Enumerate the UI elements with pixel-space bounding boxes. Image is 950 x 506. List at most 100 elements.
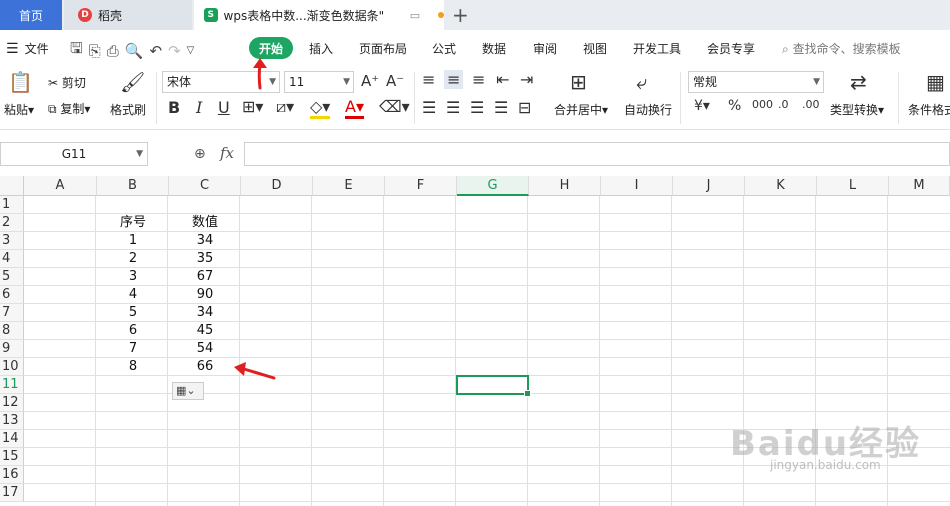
border-icon[interactable]: ⊞▾ xyxy=(242,97,263,116)
cell-style-icon[interactable]: ⧄▾ xyxy=(276,97,294,117)
select-all-corner[interactable] xyxy=(0,176,24,196)
redo-icon[interactable]: ↷ xyxy=(168,42,181,60)
paste-icon[interactable]: 📋 xyxy=(8,70,33,94)
row-header-7[interactable]: 7 xyxy=(0,304,24,322)
cell-b9[interactable]: 7 xyxy=(97,340,169,358)
monitor-icon[interactable]: ▭ xyxy=(410,9,420,22)
command-search[interactable]: ⌕ 查找命令、搜索模板 xyxy=(782,40,901,57)
justify-icon[interactable]: ☰ xyxy=(494,98,508,117)
italic-icon[interactable]: I xyxy=(196,98,202,117)
fill-color-icon[interactable]: ◇▾ xyxy=(310,97,331,119)
undo-icon[interactable]: ↶ xyxy=(150,42,163,60)
row-header-11[interactable]: 11 xyxy=(0,376,24,394)
paste-button[interactable]: 粘贴▾ xyxy=(4,101,34,118)
cell-c8[interactable]: 45 xyxy=(169,322,241,340)
quick-analysis-button[interactable]: ▦⌄ xyxy=(172,382,204,400)
column-header-m[interactable]: M xyxy=(889,176,950,196)
cell-b6[interactable]: 4 xyxy=(97,286,169,304)
dropdown-chevron-icon[interactable]: ▽ xyxy=(187,45,195,56)
cell-c5[interactable]: 67 xyxy=(169,268,241,286)
increase-decimal-icon[interactable]: .0 xyxy=(778,98,789,111)
new-tab-button[interactable]: + xyxy=(452,3,469,27)
distribute-icon[interactable]: ⊟ xyxy=(518,98,531,117)
merge-center-icon[interactable]: ⊞ xyxy=(570,70,587,94)
row-header-9[interactable]: 9 xyxy=(0,340,24,358)
row-header-8[interactable]: 8 xyxy=(0,322,24,340)
column-header-b[interactable]: B xyxy=(97,176,169,196)
cell-c7[interactable]: 34 xyxy=(169,304,241,322)
eraser-icon[interactable]: ⌫▾ xyxy=(379,97,410,116)
print-icon[interactable]: ⎙ xyxy=(107,42,119,60)
conditional-format-icon[interactable]: ▦ xyxy=(926,70,945,94)
menu-insert[interactable]: 插入 xyxy=(309,40,333,57)
print-preview-icon[interactable]: 🔍 xyxy=(125,42,144,60)
row-header-6[interactable]: 6 xyxy=(0,286,24,304)
menu-review[interactable]: 审阅 xyxy=(533,40,557,57)
active-cell-g11[interactable] xyxy=(456,375,531,397)
menu-developer[interactable]: 开发工具 xyxy=(633,40,681,57)
menu-page-layout[interactable]: 页面布局 xyxy=(359,40,407,57)
indent-decrease-icon[interactable]: ⇤ xyxy=(496,70,509,89)
percent-icon[interactable]: % xyxy=(728,98,741,114)
tab-daoke[interactable]: D 稻壳 xyxy=(64,0,192,30)
font-color-icon[interactable]: A▾ xyxy=(345,97,364,119)
align-bottom-icon[interactable]: ≡ xyxy=(472,70,485,89)
column-header-c[interactable]: C xyxy=(169,176,241,196)
row-header-10[interactable]: 10 xyxy=(0,358,24,376)
column-header-e[interactable]: E xyxy=(313,176,385,196)
merge-center-button[interactable]: 合并居中▾ xyxy=(554,101,608,118)
paintbrush-icon[interactable]: 🖌 xyxy=(120,70,145,94)
conditional-format-button[interactable]: 条件格式 xyxy=(908,101,950,118)
cell-c9[interactable]: 54 xyxy=(169,340,241,358)
column-header-d[interactable]: D xyxy=(241,176,313,196)
format-painter-button[interactable]: 格式刷 xyxy=(110,101,146,118)
column-header-f[interactable]: F xyxy=(385,176,457,196)
row-header-15[interactable]: 15 xyxy=(0,448,24,466)
cut-button[interactable]: ✂ 剪切 xyxy=(48,74,86,91)
column-header-i[interactable]: I xyxy=(601,176,673,196)
align-middle-icon[interactable]: ≡ xyxy=(444,70,464,89)
formula-input[interactable] xyxy=(244,142,950,166)
file-menu[interactable]: ☰ 文件 xyxy=(6,40,49,57)
menu-formula[interactable]: 公式 xyxy=(432,40,456,57)
row-header-1[interactable]: 1 xyxy=(0,196,24,214)
decrease-font-icon[interactable]: A⁻ xyxy=(386,72,404,90)
column-header-l[interactable]: L xyxy=(817,176,889,196)
align-left-icon[interactable]: ☰ xyxy=(422,98,436,117)
cell-b10[interactable]: 8 xyxy=(97,358,169,376)
cell-b8[interactable]: 6 xyxy=(97,322,169,340)
cell-c2[interactable]: 数值 xyxy=(169,214,241,232)
align-top-icon[interactable]: ≡ xyxy=(422,70,435,89)
align-center-icon[interactable]: ☰ xyxy=(446,98,460,117)
cell-b3[interactable]: 1 xyxy=(97,232,169,250)
wrap-text-button[interactable]: 自动换行 xyxy=(624,101,672,118)
row-header-5[interactable]: 5 xyxy=(0,268,24,286)
menu-member[interactable]: 会员专享 xyxy=(707,40,755,57)
cell-c6[interactable]: 90 xyxy=(169,286,241,304)
align-right-icon[interactable]: ☰ xyxy=(470,98,484,117)
underline-icon[interactable]: U xyxy=(218,98,230,117)
number-format-select[interactable]: 常规 ▼ xyxy=(688,71,824,93)
function-icon[interactable]: fx xyxy=(220,144,234,162)
cell-b2[interactable]: 序号 xyxy=(97,214,169,232)
wrap-text-icon[interactable]: ⤶ xyxy=(636,70,647,94)
row-header-4[interactable]: 4 xyxy=(0,250,24,268)
bold-icon[interactable]: B xyxy=(168,98,180,117)
name-box[interactable]: G11 ▼ xyxy=(0,142,148,166)
column-header-j[interactable]: J xyxy=(673,176,745,196)
save-icon[interactable]: 🖫 xyxy=(70,38,83,63)
row-header-16[interactable]: 16 xyxy=(0,466,24,484)
menu-data[interactable]: 数据 xyxy=(482,40,506,57)
thousands-icon[interactable]: 000 xyxy=(752,98,773,111)
column-header-g[interactable]: G xyxy=(457,176,529,196)
export-icon[interactable]: ⎘ xyxy=(89,42,101,60)
row-header-12[interactable]: 12 xyxy=(0,394,24,412)
row-header-17[interactable]: 17 xyxy=(0,484,24,502)
copy-button[interactable]: ⧉ 复制▾ xyxy=(48,100,90,117)
zoom-icon[interactable]: ⊕ xyxy=(194,146,206,162)
cell-c3[interactable]: 34 xyxy=(169,232,241,250)
column-header-h[interactable]: H xyxy=(529,176,601,196)
decrease-decimal-icon[interactable]: .00 xyxy=(802,98,820,111)
menu-view[interactable]: 视图 xyxy=(583,40,607,57)
increase-font-icon[interactable]: A⁺ xyxy=(361,72,379,90)
